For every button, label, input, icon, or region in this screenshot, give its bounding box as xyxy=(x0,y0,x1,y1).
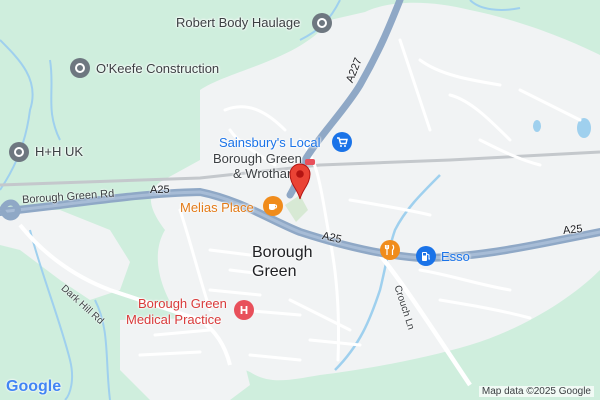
medical-practice-label-line2[interactable]: Medical Practice xyxy=(126,312,221,327)
google-logo: Google xyxy=(6,378,61,396)
map-data-credit: Map data ©2025 Google xyxy=(478,386,594,397)
okeefe-construction-label[interactable]: O'Keefe Construction xyxy=(96,61,219,76)
gas-pump-icon[interactable] xyxy=(416,246,436,266)
a25-east-label: A25 xyxy=(562,223,584,237)
pond-small xyxy=(533,120,541,132)
location-pin-icon[interactable] xyxy=(9,142,29,162)
town-label: Borough Green xyxy=(252,243,313,281)
coffee-cup-icon[interactable] xyxy=(263,196,283,216)
town-label-line1: Borough xyxy=(252,244,313,261)
robert-body-haulage-label[interactable]: Robert Body Haulage xyxy=(176,15,300,30)
map-canvas[interactable]: A227 A25 A25 A25 Borough Green Rd Dark H… xyxy=(0,0,600,400)
shopping-cart-icon[interactable] xyxy=(332,132,352,152)
melias-place-label[interactable]: Melias Place xyxy=(180,200,254,215)
sainsburys-local-label[interactable]: Sainsbury's Local xyxy=(219,135,320,150)
hospital-h-icon[interactable] xyxy=(234,300,254,320)
google-logo-text: Google xyxy=(6,378,62,395)
a25-west-label: A25 xyxy=(150,184,170,196)
location-pin-icon[interactable] xyxy=(312,13,332,33)
fork-knife-icon[interactable] xyxy=(380,240,400,260)
hh-uk-label[interactable]: H+H UK xyxy=(35,144,83,159)
esso-label[interactable]: Esso xyxy=(441,249,470,264)
red-marker-icon[interactable] xyxy=(286,160,314,200)
medical-practice-label-line1[interactable]: Borough Green xyxy=(138,296,227,311)
location-pin-icon[interactable] xyxy=(70,58,90,78)
town-label-line2: Green xyxy=(252,263,297,280)
